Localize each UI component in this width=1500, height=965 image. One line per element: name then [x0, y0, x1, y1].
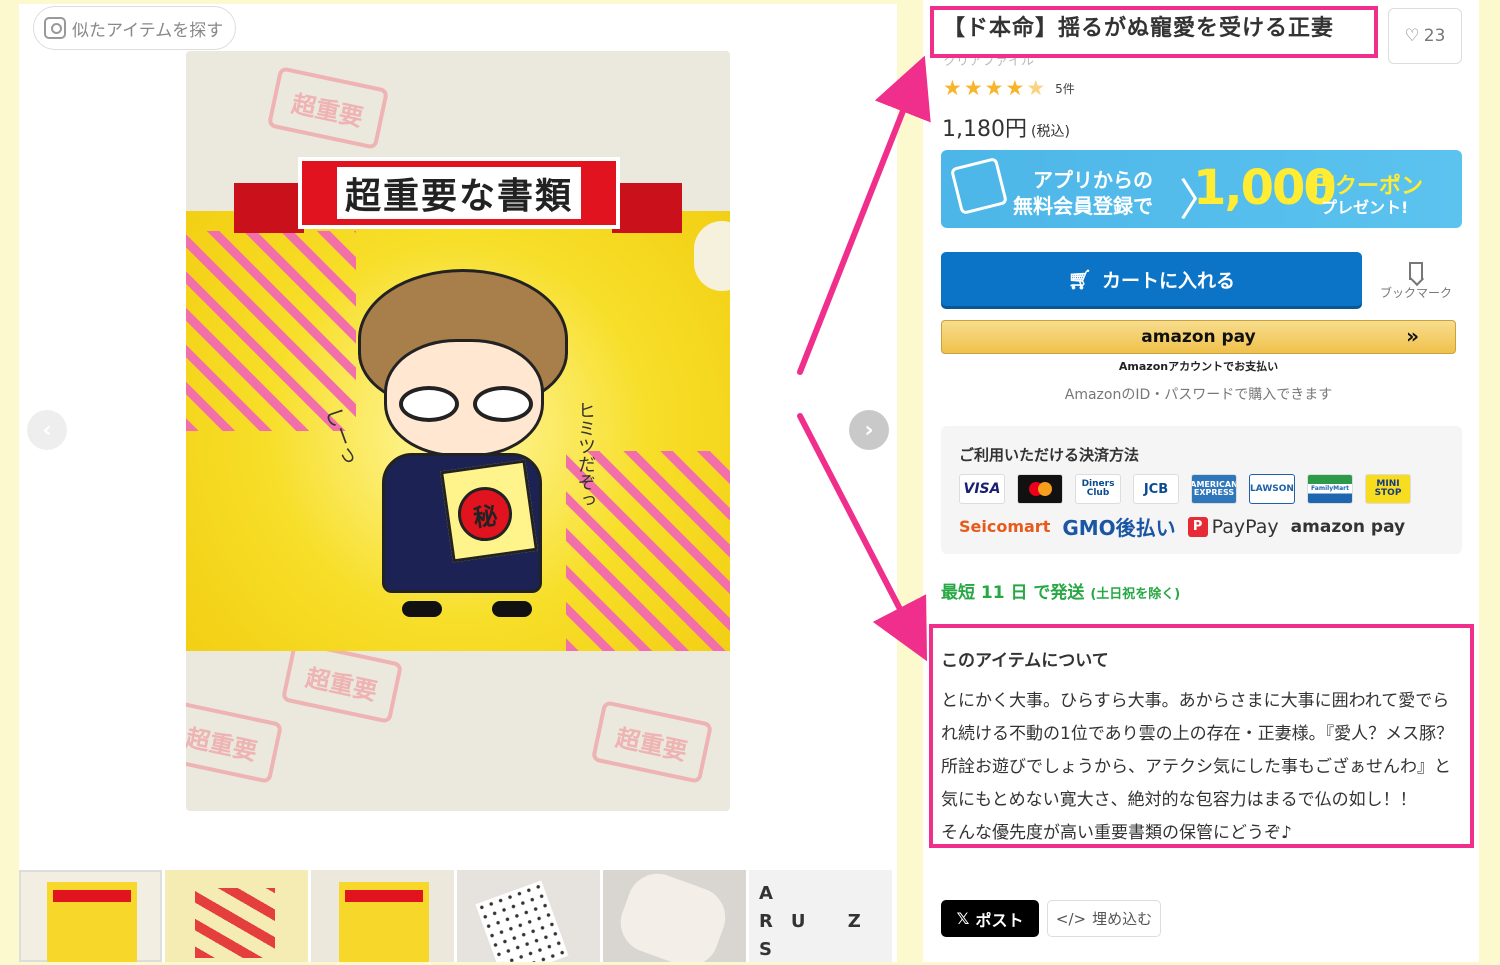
image-gallery: 似たアイテムを探す 超重要 超重要 超重要 超重要 超重要な書類 秘 しーっ ヒ…: [19, 4, 897, 962]
heart-icon: ♡: [1404, 26, 1420, 46]
star-icon: ★: [1005, 76, 1025, 100]
pink-stripes: [186, 231, 356, 431]
amex-icon: AMERICAN EXPRESS: [1191, 474, 1237, 504]
app-coupon-banner[interactable]: アプリからの 無料会員登録で 〉 1,000 円クーポン プレゼント!: [941, 150, 1462, 228]
familymart-icon: FamilyMart: [1307, 474, 1353, 504]
visa-icon: VISA: [959, 474, 1005, 504]
like-count: 23: [1423, 26, 1446, 46]
lawson-icon: LAWSON: [1249, 474, 1295, 504]
review-count: 5件: [1055, 81, 1075, 96]
rating-stars[interactable]: ★ ★ ★ ★ ★ 5件: [943, 76, 1075, 100]
payment-methods-title: ご利用いただける決済方法: [959, 446, 1140, 464]
character-illustration: 秘: [346, 269, 586, 619]
star-half-icon: ★: [1026, 76, 1046, 100]
ribbon-tail: [612, 183, 682, 233]
chevron-right-icon: ›: [864, 417, 874, 443]
paypay-icon: P: [1187, 516, 1208, 537]
stamp-pattern: 超重要: [590, 700, 714, 784]
stamp-pattern: 超重要: [266, 66, 390, 150]
stamp-pattern: 超重要: [186, 700, 284, 784]
x-logo-icon: 𝕏: [956, 909, 970, 928]
jcb-icon: JCB: [1133, 474, 1179, 504]
himitsu-text: ヒミツだぞっ: [575, 401, 596, 509]
embed-button[interactable]: </> 埋め込む: [1047, 900, 1161, 937]
x-post-button[interactable]: 𝕏 ポスト: [941, 900, 1039, 937]
thumbnail[interactable]: [311, 870, 454, 962]
code-icon: </>: [1055, 909, 1087, 928]
shipping-estimate: 最短 11 日 で発送 (土日祝を除く): [941, 583, 1181, 603]
amazon-pay-logo: amazon pay: [1290, 516, 1406, 537]
cart-icon: 🛒︎: [1067, 268, 1093, 291]
star-icon: ★: [963, 76, 983, 100]
image-search-icon: [44, 17, 66, 39]
mastercard-icon: [1017, 474, 1063, 504]
title-highlight-box: [930, 6, 1378, 58]
product-image: 超重要 超重要 超重要 超重要 超重要な書類 秘 しーっ ヒミツだぞっ: [186, 51, 730, 811]
amazon-pay-note: AmazonのID・パスワードで購入できます: [1064, 387, 1333, 403]
banner-line1: アプリからの: [1033, 168, 1153, 192]
price: 1,180円 (税込): [942, 117, 1070, 142]
diners-icon: Diners Club: [1075, 474, 1121, 504]
add-to-cart-button[interactable]: 🛒︎ カートに入れる: [941, 252, 1362, 306]
find-similar-button[interactable]: 似たアイテムを探す: [33, 6, 237, 50]
price-tax-note: (税込): [1030, 124, 1070, 140]
thumbnail[interactable]: [19, 870, 162, 962]
glasses-right: [473, 386, 533, 422]
banner-suffix: プレゼント!: [1321, 198, 1409, 217]
thumbnail[interactable]: A RU Z S: [749, 870, 892, 962]
cart-label: カートに入れる: [1102, 269, 1236, 292]
character-legs: [402, 587, 532, 617]
thumbnail[interactable]: [457, 870, 600, 962]
stamp-pattern: 超重要: [280, 640, 404, 724]
embed-label: 埋め込む: [1092, 910, 1153, 928]
share-buttons: 𝕏 ポスト </> 埋め込む: [941, 900, 1161, 937]
thumbnail-strip: A RU Z S: [19, 870, 897, 962]
ribbon-tail: [234, 183, 304, 233]
post-label: ポスト: [975, 910, 1024, 930]
double-chevron-icon: »: [1406, 324, 1419, 348]
folder-tab: [694, 221, 730, 291]
bookmark-label: ブックマーク: [1379, 286, 1452, 300]
star-icon: ★: [984, 76, 1004, 100]
next-image-button[interactable]: ›: [849, 410, 889, 450]
star-icon: ★: [943, 76, 962, 100]
tshirt-icon: [949, 156, 1009, 216]
amazon-pay-button[interactable]: amazon pay »: [941, 320, 1456, 354]
bookmark-button[interactable]: ブックマーク: [1373, 262, 1459, 301]
gmo-logo: GMO後払い: [1062, 516, 1176, 540]
seicomart-logo: Seicomart: [959, 517, 1051, 536]
card-logos: VISA Diners Club JCB AMERICAN EXPRESS LA…: [959, 474, 1411, 504]
paypay-logo: P PayPay: [1187, 516, 1279, 538]
glasses-left: [399, 386, 459, 422]
ministop-icon: MINI STOP: [1365, 474, 1411, 504]
ribbon-banner: 超重要な書類: [298, 157, 620, 229]
like-button[interactable]: ♡ 23: [1388, 8, 1462, 64]
description-highlight-box: [929, 624, 1474, 848]
thumbnail[interactable]: [165, 870, 308, 962]
payment-logos-row: Seicomart GMO後払い P PayPay amazon pay: [959, 512, 1405, 541]
amazon-pay-caption: Amazonアカウントでお支払い: [1118, 360, 1279, 373]
amazon-pay-label: amazon pay: [1141, 327, 1256, 347]
chevron-left-icon: ‹: [42, 417, 52, 443]
bookmark-icon: [1409, 262, 1423, 280]
character-face: [384, 339, 544, 457]
shipping-note: (土日祝を除く): [1090, 587, 1181, 602]
banner-line2: 無料会員登録で: [1013, 194, 1153, 218]
find-similar-label: 似たアイテムを探す: [72, 20, 224, 41]
payment-methods: ご利用いただける決済方法 VISA Diners Club JCB AMERIC…: [941, 426, 1462, 554]
prev-image-button[interactable]: ‹: [27, 410, 67, 450]
thumbnail[interactable]: [603, 870, 746, 962]
